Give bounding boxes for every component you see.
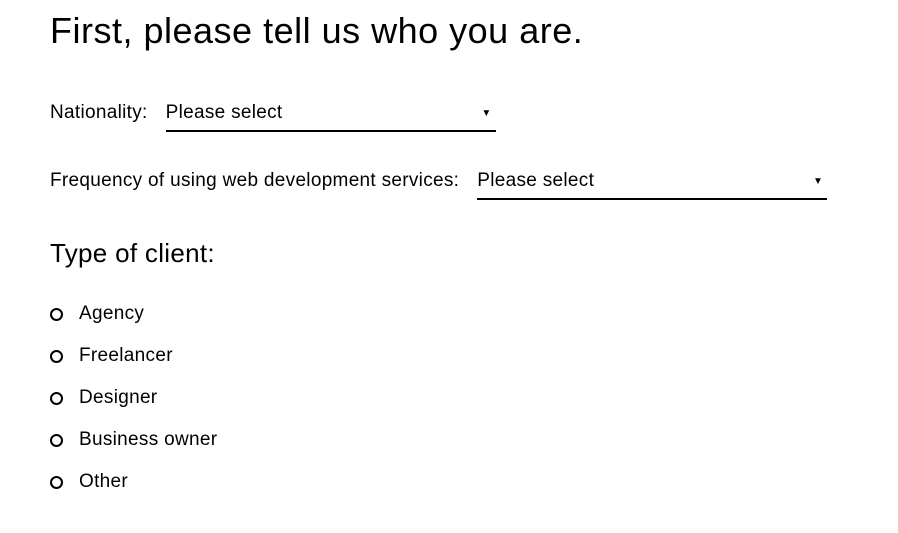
radio-label: Other: [79, 471, 128, 493]
radio-label: Agency: [79, 303, 144, 325]
radio-icon: [50, 476, 63, 489]
radio-option-agency[interactable]: Agency: [50, 303, 848, 325]
radio-icon: [50, 350, 63, 363]
frequency-select-value: Please select: [477, 170, 594, 192]
radio-icon: [50, 308, 63, 321]
radio-label: Freelancer: [79, 345, 173, 367]
frequency-row: Frequency of using web development servi…: [50, 170, 848, 200]
chevron-down-icon: ▼: [813, 176, 823, 187]
radio-icon: [50, 392, 63, 405]
page-title: First, please tell us who you are.: [50, 10, 848, 52]
nationality-select-value: Please select: [166, 102, 283, 124]
radio-option-business-owner[interactable]: Business owner: [50, 429, 848, 451]
nationality-label: Nationality:: [50, 102, 148, 124]
radio-label: Business owner: [79, 429, 217, 451]
client-type-heading: Type of client:: [50, 238, 848, 269]
chevron-down-icon: ▼: [481, 108, 491, 119]
frequency-select[interactable]: Please select ▼: [477, 170, 827, 200]
radio-option-other[interactable]: Other: [50, 471, 848, 493]
radio-label: Designer: [79, 387, 157, 409]
nationality-row: Nationality: Please select ▼: [50, 102, 848, 132]
client-type-radio-group: Agency Freelancer Designer Business owne…: [50, 303, 848, 493]
radio-option-freelancer[interactable]: Freelancer: [50, 345, 848, 367]
radio-option-designer[interactable]: Designer: [50, 387, 848, 409]
nationality-select[interactable]: Please select ▼: [166, 102, 496, 132]
frequency-label: Frequency of using web development servi…: [50, 170, 459, 192]
radio-icon: [50, 434, 63, 447]
